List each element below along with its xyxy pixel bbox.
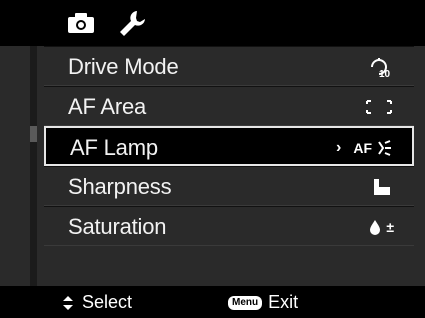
bottom-hint-bar: Select Menu Exit (0, 286, 425, 318)
menu-item-drive-mode[interactable]: Drive Mode 10 (44, 46, 414, 86)
af-area-brackets-icon (366, 100, 392, 114)
saturation-icon (370, 220, 381, 235)
menu-item-af-area[interactable]: AF Area (44, 86, 414, 126)
menu-item-value: › AF (336, 136, 392, 160)
exit-label: Exit (268, 292, 299, 312)
self-timer-icon: 10 (371, 58, 391, 79)
scroll-thumb[interactable] (30, 126, 37, 142)
af-lamp-text: AF (353, 140, 372, 156)
menu-item-label: Saturation (68, 214, 167, 239)
settings-panel: Drive Mode 10 AF Area AF Lamp › AF Sharp… (0, 46, 425, 286)
menu-item-label: Drive Mode (68, 54, 179, 79)
exit-hint: Menu Exit (228, 292, 298, 313)
scrollbar[interactable] (30, 46, 37, 286)
menu-item-saturation[interactable]: Saturation ± (44, 206, 414, 246)
menu-item-value: 10 (364, 55, 394, 79)
menu-item-label: AF Lamp (70, 135, 158, 160)
chevron-right-icon: › (336, 139, 342, 156)
saturation-plus-minus: ± (386, 219, 394, 235)
wrench-icon (120, 11, 145, 36)
menu-item-sharpness[interactable]: Sharpness (44, 166, 414, 206)
menu-item-label: Sharpness (68, 174, 172, 199)
camera-icon (68, 13, 94, 33)
menu-item-value (370, 175, 394, 199)
menu-item-label: AF Area (68, 94, 147, 119)
tab-camera[interactable] (64, 6, 98, 40)
svg-text:10: 10 (379, 69, 391, 79)
menu-item-value: ± (368, 215, 394, 239)
select-label: Select (82, 292, 133, 312)
tab-setup[interactable] (112, 6, 152, 40)
select-hint: Select (60, 292, 132, 313)
menu-item-af-lamp[interactable]: AF Lamp › AF (44, 126, 414, 166)
up-down-arrows-icon (63, 295, 73, 310)
sharpness-icon (374, 179, 390, 195)
af-lamp-icon (378, 140, 391, 156)
menu-button-badge: Menu (228, 295, 263, 310)
top-tab-bar (0, 0, 425, 46)
menu-item-value (364, 95, 394, 119)
